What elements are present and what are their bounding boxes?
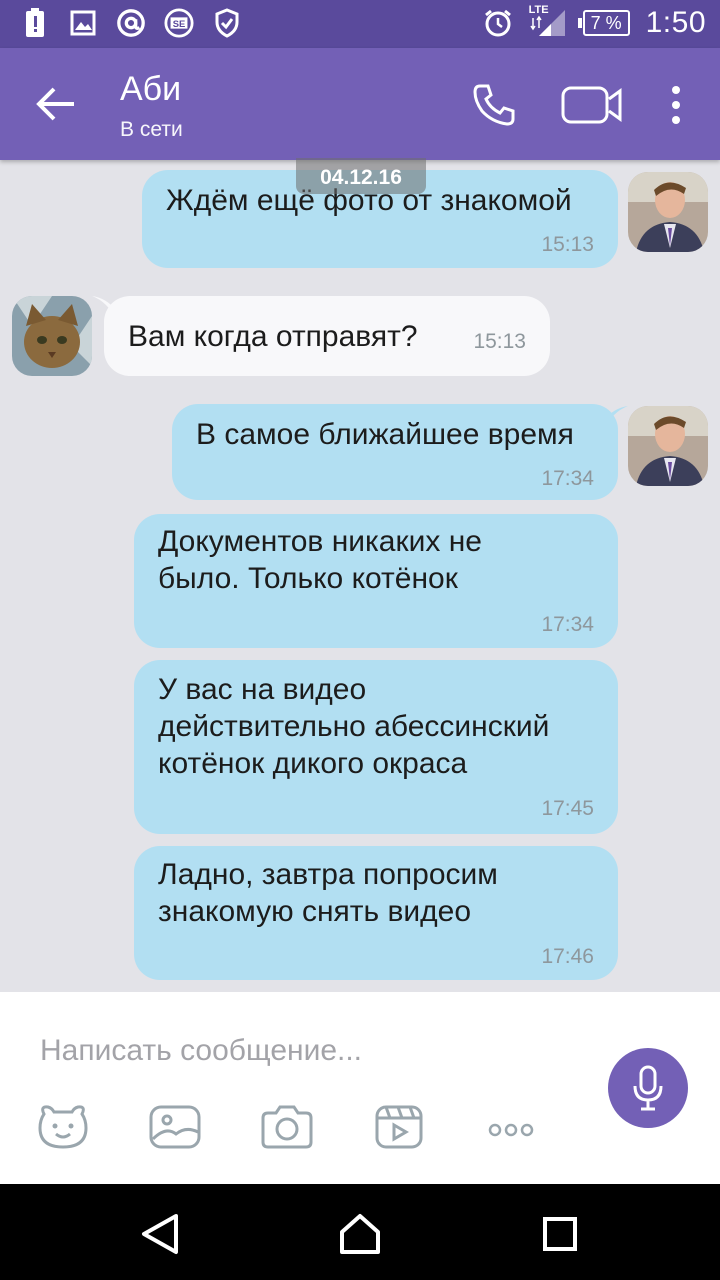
battery-alert-icon <box>20 8 50 38</box>
message-time: 17:46 <box>541 945 594 968</box>
sticker-bear-icon <box>38 1105 88 1149</box>
date-separator: 04.12.16 <box>296 158 426 194</box>
video-call-button[interactable] <box>560 84 624 126</box>
video-clip-icon <box>375 1105 423 1149</box>
message-text: В самое ближайшее время <box>196 418 574 451</box>
message-text: Ладно, завтра попросим знакомую снять ви… <box>158 858 498 928</box>
contact-name[interactable]: Аби <box>120 70 181 109</box>
alarm-icon <box>483 8 513 38</box>
more-options-button[interactable] <box>664 84 688 126</box>
nav-recents-button[interactable] <box>538 1212 582 1256</box>
contact-status: В сети <box>120 118 183 141</box>
message-time: 17:34 <box>541 613 594 636</box>
triangle-back-icon <box>142 1214 178 1254</box>
video-camera-icon <box>561 86 622 124</box>
more-attachments-button[interactable] <box>486 1104 540 1150</box>
message-bubble[interactable]: У вас на видео действительно абессинский… <box>134 660 618 834</box>
camera-button[interactable] <box>260 1104 314 1150</box>
gallery-icon <box>149 1105 201 1149</box>
message-time: 15:13 <box>473 330 526 353</box>
message-time: 17:45 <box>541 797 594 820</box>
message-bubble[interactable]: Вам когда отправят? 15:13 <box>104 296 550 376</box>
phone-icon <box>473 84 515 126</box>
voice-message-button[interactable] <box>608 1048 688 1128</box>
shield-check-icon <box>212 8 242 38</box>
back-button[interactable] <box>34 84 78 124</box>
nav-back-button[interactable] <box>138 1212 182 1256</box>
image-icon <box>68 8 98 38</box>
message-time: 17:34 <box>541 467 594 490</box>
more-horizontal-icon <box>488 1123 534 1137</box>
message-text: У вас на видео действительно абессинский… <box>158 673 550 780</box>
arrow-left-icon <box>36 87 74 121</box>
gallery-button[interactable] <box>148 1104 202 1150</box>
avatar[interactable] <box>628 406 708 486</box>
message-text: Документов никаких не было. Только котён… <box>158 525 482 595</box>
microphone-icon <box>633 1065 663 1111</box>
se-app-icon: SE <box>164 8 194 38</box>
avatar[interactable] <box>12 296 92 376</box>
status-bar: SE LTE 7 % 1:50 <box>0 0 720 48</box>
avatar[interactable] <box>628 172 708 252</box>
sticker-button[interactable] <box>36 1104 90 1150</box>
svg-text:SE: SE <box>173 19 186 29</box>
home-icon <box>340 1214 380 1254</box>
battery-percent: 7 % <box>590 13 622 33</box>
clock: 1:50 <box>645 6 706 39</box>
square-recents-icon <box>543 1217 577 1251</box>
battery-icon: 7 % <box>577 10 630 36</box>
camera-icon <box>261 1105 313 1149</box>
more-vertical-icon <box>672 86 680 124</box>
message-input[interactable] <box>38 1028 582 1074</box>
nav-home-button[interactable] <box>338 1212 382 1256</box>
message-bubble[interactable]: В самое ближайшее время 17:34 <box>172 404 618 500</box>
chat-header: Аби В сети <box>0 48 720 160</box>
message-bubble[interactable]: Документов никаких не было. Только котён… <box>134 514 618 648</box>
call-button[interactable] <box>472 82 518 128</box>
composer <box>0 992 720 1184</box>
message-time: 15:13 <box>541 233 594 256</box>
video-message-button[interactable] <box>372 1104 426 1150</box>
at-icon <box>116 8 146 38</box>
system-navigation-bar <box>0 1184 720 1280</box>
lte-signal-icon: LTE <box>529 4 567 38</box>
message-bubble[interactable]: Ладно, завтра попросим знакомую снять ви… <box>134 846 618 980</box>
